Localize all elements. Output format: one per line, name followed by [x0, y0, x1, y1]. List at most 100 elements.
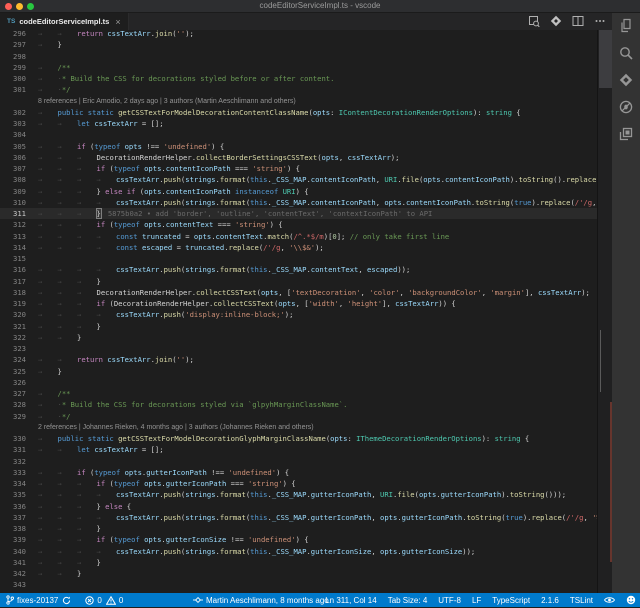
line-number[interactable]: 321 [0, 321, 26, 332]
line-number[interactable]: 343 [0, 579, 26, 590]
code-line[interactable]: 315 [0, 253, 597, 264]
language-mode[interactable]: TypeScript [492, 596, 530, 605]
code-line[interactable]: 301→·*/ [0, 84, 597, 95]
code-editor[interactable]: 296→→return cssTextArr.join('');297→}298… [0, 28, 597, 602]
line-number[interactable]: 335 [0, 489, 26, 500]
line-number[interactable]: 310 [0, 197, 26, 208]
line-number[interactable]: 326 [0, 377, 26, 388]
code-line[interactable]: 343 [0, 579, 597, 590]
line-number[interactable]: 313 [0, 231, 26, 242]
split-editor-icon[interactable] [572, 15, 584, 27]
line-number[interactable]: 324 [0, 354, 26, 365]
line-number[interactable]: 341 [0, 557, 26, 568]
code-line[interactable]: 331→→let cssTextArr = []; [0, 444, 597, 455]
code-line[interactable]: 323 [0, 343, 597, 354]
code-line[interactable]: 325→} [0, 366, 597, 377]
scrollbar-thumb[interactable] [599, 30, 612, 88]
codelens-text[interactable]: 2 references | Johannes Rieken, 4 months… [38, 422, 314, 433]
code-line[interactable]: 306→→→DecorationRenderHelper.collectBord… [0, 152, 597, 163]
line-number[interactable]: 337 [0, 512, 26, 523]
gitlens-blame-status[interactable]: Martin Aeschlimann, 8 months ago [193, 593, 329, 607]
code-line[interactable]: 335→→→→cssTextArr.push(strings.format(th… [0, 489, 597, 500]
line-number[interactable]: 309 [0, 186, 26, 197]
code-line[interactable]: 341→→→} [0, 557, 597, 568]
code-line[interactable]: 310→→→→cssTextArr.push(strings.format(th… [0, 197, 597, 208]
code-line[interactable]: 330→public static getCSSTextForModelDeco… [0, 433, 597, 444]
codelens-row[interactable]: 2 references | Johannes Rieken, 4 months… [0, 422, 597, 433]
gitlens-icon[interactable] [550, 15, 562, 27]
line-number[interactable]: 317 [0, 276, 26, 287]
code-line[interactable]: 336→→→} else { [0, 501, 597, 512]
line-number[interactable]: 314 [0, 242, 26, 253]
code-line[interactable]: 333→→if (typeof opts.gutterIconPath !== … [0, 467, 597, 478]
codelens-row[interactable]: 8 references | Eric Amodio, 2 days ago |… [0, 96, 597, 107]
code-line[interactable]: 308→→→→cssTextArr.push(strings.format(th… [0, 174, 597, 185]
line-number[interactable]: 336 [0, 501, 26, 512]
line-number[interactable]: 332 [0, 456, 26, 467]
code-line[interactable]: 312→→→if (typeof opts.contentText === 's… [0, 219, 597, 230]
line-number[interactable]: 329 [0, 411, 26, 422]
code-line[interactable]: 320→→→→cssTextArr.push('display:inline-b… [0, 309, 597, 320]
line-number[interactable]: 307 [0, 163, 26, 174]
line-number[interactable]: 340 [0, 546, 26, 557]
line-number[interactable]: 319 [0, 298, 26, 309]
cursor-position[interactable]: Ln 311, Col 14 [325, 596, 376, 605]
code-line[interactable]: 298 [0, 51, 597, 62]
debug-disabled-icon[interactable] [619, 100, 633, 114]
code-line[interactable]: 299→/** [0, 62, 597, 73]
errors-indicator[interactable]: 0 [85, 596, 101, 605]
line-number[interactable]: 316 [0, 264, 26, 275]
code-line[interactable]: 326 [0, 377, 597, 388]
code-line[interactable]: 327→/** [0, 388, 597, 399]
code-line[interactable]: 300→·* Build the CSS for decorations sty… [0, 73, 597, 84]
sync-button[interactable] [62, 596, 71, 605]
code-line[interactable]: 309→→→} else if (opts.contentIconPath in… [0, 186, 597, 197]
line-number[interactable]: 301 [0, 84, 26, 95]
code-line[interactable]: 337→→→→cssTextArr.push(strings.format(th… [0, 512, 597, 523]
line-number[interactable]: 306 [0, 152, 26, 163]
code-line[interactable]: 338→→→} [0, 523, 597, 534]
line-number[interactable]: 323 [0, 343, 26, 354]
code-line[interactable]: 328→·* Build the CSS for decorations sty… [0, 399, 597, 410]
code-line[interactable]: 339→→→if (typeof opts.gutterIconSize !==… [0, 534, 597, 545]
line-number[interactable]: 325 [0, 366, 26, 377]
eol-sequence[interactable]: LF [472, 596, 481, 605]
search-icon[interactable] [619, 46, 633, 60]
line-number[interactable]: 300 [0, 73, 26, 84]
code-line[interactable]: 332 [0, 456, 597, 467]
line-number[interactable]: 339 [0, 534, 26, 545]
line-number[interactable]: 342 [0, 568, 26, 579]
codelens-text[interactable]: 8 references | Eric Amodio, 2 days ago |… [38, 96, 296, 107]
line-number[interactable]: 311 [0, 208, 26, 219]
code-line[interactable]: 303→→let cssTextArr = []; [0, 118, 597, 129]
encoding[interactable]: UTF-8 [438, 596, 461, 605]
line-number[interactable]: 328 [0, 399, 26, 410]
line-number[interactable]: 315 [0, 253, 26, 264]
code-line[interactable]: 297→} [0, 39, 597, 50]
tab-size[interactable]: Tab Size: 4 [388, 596, 428, 605]
line-number[interactable]: 298 [0, 51, 26, 62]
feedback-smiley-icon[interactable] [626, 595, 636, 605]
code-line[interactable]: 322→→} [0, 332, 597, 343]
code-line[interactable]: 305→→if (typeof opts !== 'undefined') { [0, 141, 597, 152]
code-line[interactable]: 317→→→} [0, 276, 597, 287]
line-number[interactable]: 305 [0, 141, 26, 152]
warnings-indicator[interactable]: 0 [106, 596, 123, 605]
explorer-icon[interactable] [619, 18, 633, 33]
typescript-version[interactable]: 2.1.6 [541, 596, 559, 605]
line-number[interactable]: 318 [0, 287, 26, 298]
code-line[interactable]: 302→public static getCSSTextForModelDeco… [0, 107, 597, 118]
editor-scrollbar[interactable] [597, 12, 613, 593]
line-number[interactable]: 320 [0, 309, 26, 320]
code-line[interactable]: 304 [0, 129, 597, 140]
linter-status[interactable]: TSLint [570, 596, 593, 605]
line-number[interactable]: 297 [0, 39, 26, 50]
line-number[interactable]: 302 [0, 107, 26, 118]
line-number[interactable]: 303 [0, 118, 26, 129]
git-branch-indicator[interactable]: fixes-20137 [6, 595, 58, 605]
code-line[interactable]: 316→→→→cssTextArr.push(strings.format(th… [0, 264, 597, 275]
tab-close-icon[interactable]: × [115, 17, 120, 27]
line-number[interactable]: 333 [0, 467, 26, 478]
code-line[interactable]: 324→→return cssTextArr.join(''); [0, 354, 597, 365]
eye-icon[interactable] [604, 596, 615, 604]
